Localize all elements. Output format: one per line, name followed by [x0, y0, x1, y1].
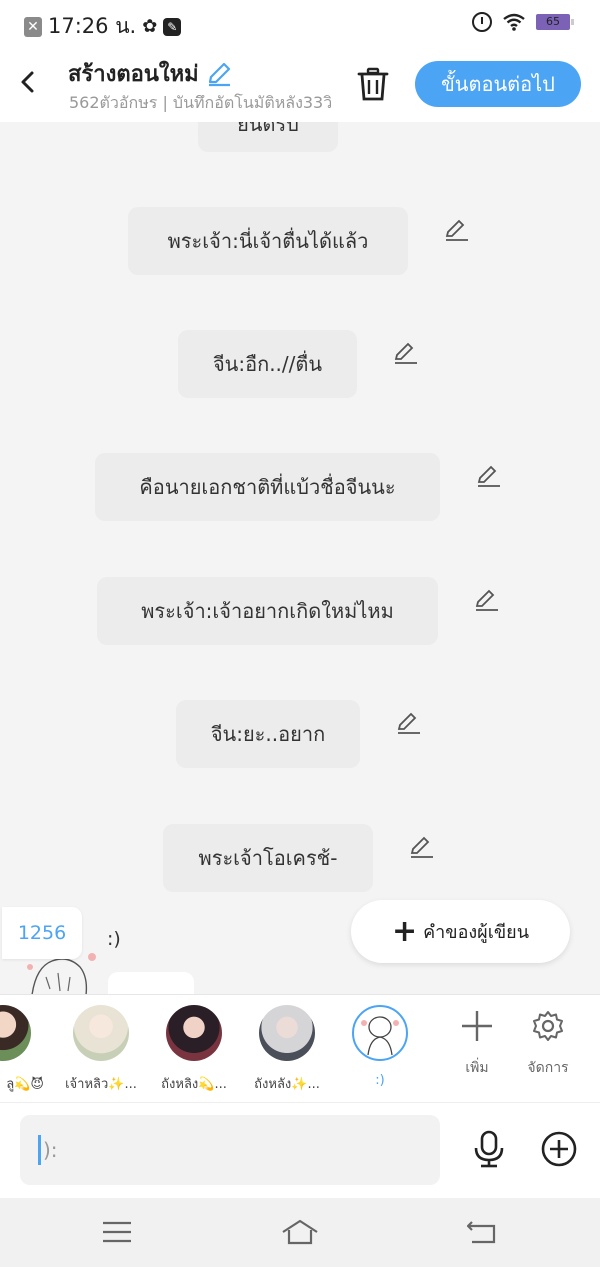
author-note-button[interactable]: + คำของผู้เขียน	[351, 900, 570, 963]
add-character-label: เพิ่ม	[465, 1060, 489, 1076]
message-bubble[interactable]: จีน:ยะ..อยาก	[176, 700, 360, 768]
status-bar: ✕ 17:26 น. ✿ ✎ 65	[0, 0, 600, 46]
author-note-label: คำของผู้เขียน	[423, 922, 530, 943]
character-avatar	[0, 1005, 31, 1061]
message-input[interactable]: ):	[20, 1115, 440, 1185]
edit-app-icon: ✎	[163, 17, 182, 36]
text-caret	[38, 1135, 41, 1165]
notification-close-icon: ✕	[24, 16, 42, 37]
editor-header: สร้างตอนใหม่ 562ตัวอักษร | บันทึกอัตโนมั…	[0, 46, 600, 122]
edit-message-icon[interactable]	[476, 464, 502, 488]
home-icon[interactable]	[280, 1216, 320, 1248]
page-title: สร้างตอนใหม่	[68, 56, 233, 91]
manage-characters-label: จัดการ	[527, 1060, 569, 1076]
character-name: ลู💫😈	[6, 1077, 44, 1092]
fan-icon: ✿	[142, 16, 158, 37]
character-name: เจ้าหลิว✨...	[65, 1077, 137, 1092]
system-nav-bar	[0, 1198, 600, 1267]
next-step-button[interactable]: ขั้นตอนต่อไป	[415, 61, 581, 107]
message-bubble[interactable]: พระเจ้า:เจ้าอยากเกิดใหม่ไหม	[97, 577, 438, 645]
character-item[interactable]: ถังหลัง✨...	[242, 1005, 332, 1094]
manage-characters-button[interactable]: จัดการ	[518, 1009, 578, 1079]
message-bubble[interactable]: จีน:อืก..//ตื่น	[178, 330, 357, 398]
edit-message-icon[interactable]	[396, 711, 422, 735]
character-name: ถังหลิง💫...	[161, 1077, 227, 1092]
page-title-text: สร้างตอนใหม่	[68, 62, 199, 87]
add-attachment-button[interactable]	[540, 1129, 578, 1169]
edit-title-icon[interactable]	[205, 60, 233, 88]
message-bubble[interactable]: พระเจ้าโอเครช้-	[163, 824, 373, 892]
chat-area[interactable]: ยินดีรับ พระเจ้า:นี่เจ้าตื่นได้แล้ว จีน:…	[0, 122, 600, 994]
plus-icon: +	[391, 913, 418, 949]
composer: ):	[0, 1102, 600, 1198]
message-input-placeholder: ):	[43, 1138, 58, 1162]
back-nav-icon[interactable]	[462, 1216, 502, 1248]
character-count-autosave: 562ตัวอักษร | บันทึกอัตโนมัติหลัง33วิ	[69, 93, 333, 112]
edit-message-icon[interactable]	[474, 588, 500, 612]
character-avatar	[73, 1005, 129, 1061]
plus-icon	[462, 1011, 492, 1041]
character-item[interactable]: ถังหลิง💫...	[149, 1005, 239, 1094]
edit-message-icon[interactable]	[409, 835, 435, 859]
character-selector: ลู💫😈 เจ้าหลิว✨... ถังหลิง💫... ถังหลัง✨..…	[0, 994, 600, 1102]
character-avatar	[166, 1005, 222, 1061]
back-button[interactable]	[14, 64, 42, 100]
last-character-text: :)	[107, 928, 121, 950]
microphone-button[interactable]	[470, 1129, 508, 1169]
message-bubble-partial[interactable]	[108, 972, 194, 994]
character-name: :)	[375, 1073, 385, 1088]
sketch-avatar-icon	[361, 1016, 399, 1056]
status-time: 17:26 น.	[48, 14, 137, 38]
menu-icon[interactable]	[97, 1216, 137, 1248]
message-bubble[interactable]: คือนายเอกชาติที่แบ้วชื่อจีนนะ	[95, 453, 440, 521]
character-avatar	[259, 1005, 315, 1061]
message-bubble[interactable]: ยินดีรับ	[198, 122, 338, 152]
edit-message-icon[interactable]	[444, 218, 470, 242]
character-name: ถังหลัง✨...	[254, 1077, 320, 1092]
message-bubble[interactable]: พระเจ้า:นี่เจ้าตื่นได้แล้ว	[128, 207, 408, 275]
battery-indicator: 65	[536, 14, 574, 30]
alarm-icon	[472, 12, 492, 32]
word-count-badge[interactable]: 1256	[2, 907, 82, 959]
delete-button[interactable]	[356, 66, 390, 102]
wifi-icon	[503, 13, 525, 31]
character-item[interactable]: เจ้าหลิว✨...	[56, 1005, 146, 1094]
character-item-active[interactable]: :)	[335, 1005, 425, 1088]
add-character-button[interactable]: เพิ่ม	[447, 1009, 507, 1079]
character-item[interactable]: ลู💫😈	[0, 1005, 48, 1094]
gear-icon	[533, 1011, 563, 1041]
edit-message-icon[interactable]	[393, 341, 419, 365]
character-avatar	[352, 1005, 408, 1061]
